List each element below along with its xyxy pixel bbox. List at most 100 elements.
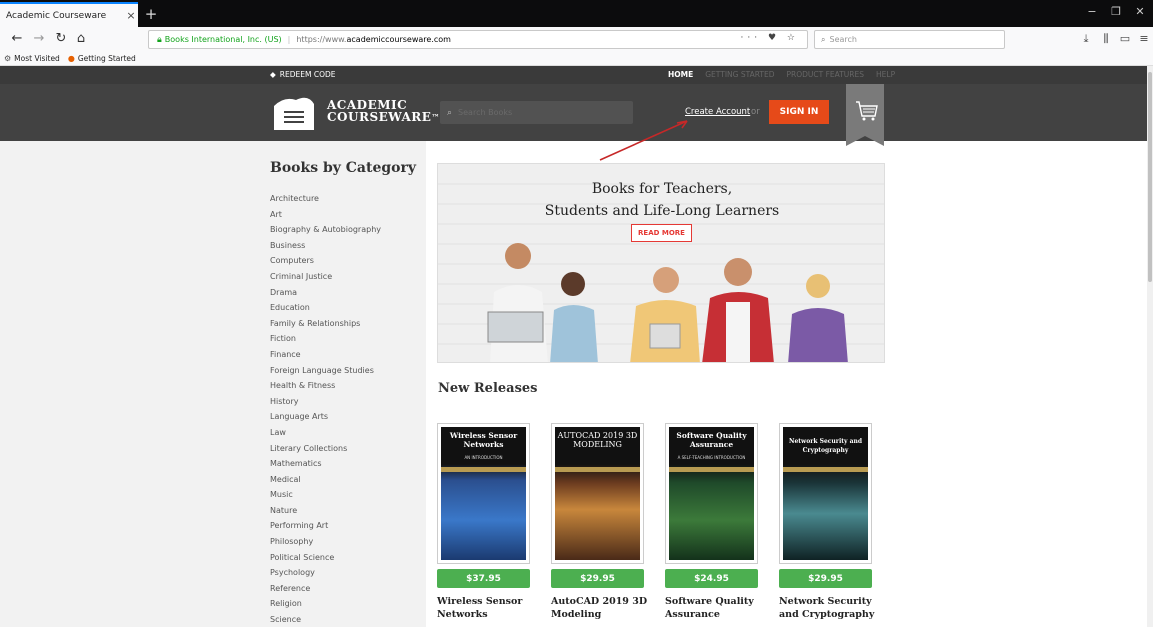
book-title-line: Modeling bbox=[551, 609, 602, 620]
bookmarks-toolbar: ⚙ Most Visited ● Getting Started bbox=[0, 52, 1153, 66]
back-arrow-icon[interactable]: ← bbox=[8, 31, 26, 47]
browser-search-input[interactable]: ⌕ Search bbox=[814, 30, 1005, 49]
book-card[interactable]: Wireless Sensor Networks AN INTRODUCTION… bbox=[437, 423, 530, 620]
nav-product-features[interactable]: PRODUCT FEATURES bbox=[787, 70, 865, 79]
category-link[interactable]: Political Science bbox=[270, 552, 381, 568]
book-title-link[interactable]: AutoCAD 2019 3D Modeling bbox=[551, 595, 661, 621]
category-link[interactable]: Philosophy bbox=[270, 536, 381, 552]
book-card[interactable]: Software Quality Assurance A SELF-TEACHI… bbox=[665, 423, 758, 620]
browser-tab[interactable]: Academic Courseware × bbox=[0, 2, 138, 27]
url-organization: Books International, Inc. (US) bbox=[164, 35, 282, 44]
cover-title: AUTOCAD 2019 3D MODELING bbox=[557, 431, 638, 449]
nav-getting-started[interactable]: GETTING STARTED bbox=[705, 70, 774, 79]
nav-home[interactable]: HOME bbox=[668, 70, 693, 79]
bookmark-most-visited[interactable]: ⚙ Most Visited bbox=[4, 54, 60, 63]
lock-icon: 🔒︎ bbox=[157, 34, 162, 45]
cover-title: Network Security and Cryptography bbox=[788, 438, 863, 454]
url-bar[interactable]: 🔒︎ Books International, Inc. (US) | http… bbox=[148, 30, 808, 49]
category-link[interactable]: Nature bbox=[270, 505, 381, 521]
page-actions-icon[interactable]: ··· ♥ ☆ bbox=[741, 33, 799, 43]
category-link[interactable]: Reference bbox=[270, 583, 381, 599]
top-nav: HOME GETTING STARTED PRODUCT FEATURES HE… bbox=[668, 70, 895, 79]
hero-line-1: Books for Teachers, bbox=[591, 181, 733, 197]
or-separator: or bbox=[751, 107, 760, 117]
category-link[interactable]: Architecture bbox=[270, 193, 381, 209]
book-cover[interactable]: Wireless Sensor Networks AN INTRODUCTION bbox=[437, 423, 530, 564]
home-icon[interactable]: ⌂ bbox=[72, 31, 90, 47]
category-link[interactable]: Finance bbox=[270, 349, 381, 365]
close-window-button[interactable]: ✕ bbox=[1128, 5, 1152, 18]
sign-in-button[interactable]: SIGN IN bbox=[769, 100, 829, 124]
category-link[interactable]: Medical bbox=[270, 474, 381, 490]
browser-search-placeholder: Search bbox=[829, 35, 857, 44]
bookmark-getting-started[interactable]: ● Getting Started bbox=[68, 54, 136, 63]
forward-arrow-icon[interactable]: → bbox=[30, 31, 48, 47]
category-link[interactable]: Family & Relationships bbox=[270, 318, 381, 334]
category-link[interactable]: Health & Fitness bbox=[270, 380, 381, 396]
menu-icon[interactable]: ≡ bbox=[1136, 32, 1152, 45]
category-link[interactable]: Criminal Justice bbox=[270, 271, 381, 287]
site-search-placeholder: Search Books bbox=[458, 108, 513, 117]
tab-close-icon[interactable]: × bbox=[124, 9, 138, 22]
category-link[interactable]: Performing Art bbox=[270, 520, 381, 536]
price-button[interactable]: $29.95 bbox=[551, 569, 644, 588]
book-cover[interactable]: Network Security and Cryptography bbox=[779, 423, 872, 564]
firefox-icon: ● bbox=[67, 54, 75, 63]
trademark: ™ bbox=[431, 112, 440, 122]
new-tab-button[interactable]: + bbox=[143, 4, 159, 24]
price-button[interactable]: $29.95 bbox=[779, 569, 872, 588]
price-button[interactable]: $37.95 bbox=[437, 569, 530, 588]
redeem-label: REDEEM CODE bbox=[279, 70, 336, 79]
price-button[interactable]: $24.95 bbox=[665, 569, 758, 588]
browser-toolbar: ← → ↻ ⌂ 🔒︎ Books International, Inc. (US… bbox=[0, 27, 1153, 52]
book-cover[interactable]: AUTOCAD 2019 3D MODELING bbox=[551, 423, 644, 564]
book-card[interactable]: Network Security and Cryptography $29.95… bbox=[779, 423, 874, 620]
category-link[interactable]: Foreign Language Studies bbox=[270, 365, 381, 381]
book-title-link[interactable]: Wireless Sensor Networks bbox=[437, 595, 547, 621]
category-link[interactable]: Literary Collections bbox=[270, 443, 381, 459]
book-title-link[interactable]: Software Quality Assurance bbox=[665, 595, 775, 621]
new-releases-title: New Releases bbox=[438, 381, 538, 396]
hero-line-2: Students and Life-Long Learners bbox=[544, 203, 780, 219]
book-cover[interactable]: Software Quality Assurance A SELF-TEACHI… bbox=[665, 423, 758, 564]
category-list: Architecture Art Biography & Autobiography… bbox=[270, 193, 381, 630]
category-link[interactable]: Science bbox=[270, 614, 381, 630]
category-link[interactable]: Computers bbox=[270, 255, 381, 271]
category-link[interactable]: Business bbox=[270, 240, 381, 256]
category-link[interactable]: Drama bbox=[270, 287, 381, 303]
book-logo-icon[interactable] bbox=[270, 92, 318, 132]
category-link[interactable]: Education bbox=[270, 302, 381, 318]
category-link[interactable]: Biography & Autobiography bbox=[270, 224, 381, 240]
maximize-button[interactable]: ❐ bbox=[1104, 5, 1128, 18]
category-link[interactable]: Music bbox=[270, 489, 381, 505]
category-link[interactable]: Art bbox=[270, 209, 381, 225]
site-logo-text[interactable]: ACADEMIC COURSEWARE™ bbox=[327, 99, 440, 123]
logo-line-2: COURSEWARE bbox=[327, 110, 432, 124]
tab-title: Academic Courseware bbox=[6, 10, 107, 21]
search-icon: ⌕ bbox=[447, 107, 453, 118]
category-link[interactable]: History bbox=[270, 396, 381, 412]
category-link[interactable]: Language Arts bbox=[270, 411, 381, 427]
sidebar-toggle-icon[interactable]: ▭ bbox=[1117, 32, 1133, 45]
read-more-button[interactable]: READ MORE bbox=[631, 224, 692, 242]
book-title-link[interactable]: Network Security and Cryptography bbox=[779, 595, 889, 621]
downloads-icon[interactable]: ⤓ bbox=[1078, 32, 1094, 46]
category-link[interactable]: Law bbox=[270, 427, 381, 443]
library-icon[interactable]: ⫼ bbox=[1098, 32, 1114, 46]
reload-icon[interactable]: ↻ bbox=[52, 31, 70, 47]
scrollbar-thumb[interactable] bbox=[1148, 72, 1152, 282]
category-link[interactable]: Mathematics bbox=[270, 458, 381, 474]
annotation-arrow bbox=[599, 120, 688, 161]
hero-banner: Books for Teachers, Students and Life-Lo… bbox=[437, 163, 885, 363]
book-card[interactable]: AUTOCAD 2019 3D MODELING $29.95 AutoCAD … bbox=[551, 423, 647, 620]
minimize-button[interactable]: − bbox=[1080, 5, 1104, 18]
cart-icon[interactable] bbox=[846, 84, 884, 146]
category-link[interactable]: Fiction bbox=[270, 333, 381, 349]
category-link[interactable]: Psychology bbox=[270, 567, 381, 583]
nav-help[interactable]: HELP bbox=[876, 70, 895, 79]
redeem-code-link[interactable]: ◆ REDEEM CODE bbox=[270, 70, 336, 79]
tag-icon: ◆ bbox=[270, 70, 276, 79]
category-link[interactable]: Religion bbox=[270, 598, 381, 614]
browser-tab-bar: Academic Courseware × + − ❐ ✕ bbox=[0, 0, 1153, 27]
cover-subtitle: A SELF-TEACHING INTRODUCTION bbox=[677, 455, 746, 460]
